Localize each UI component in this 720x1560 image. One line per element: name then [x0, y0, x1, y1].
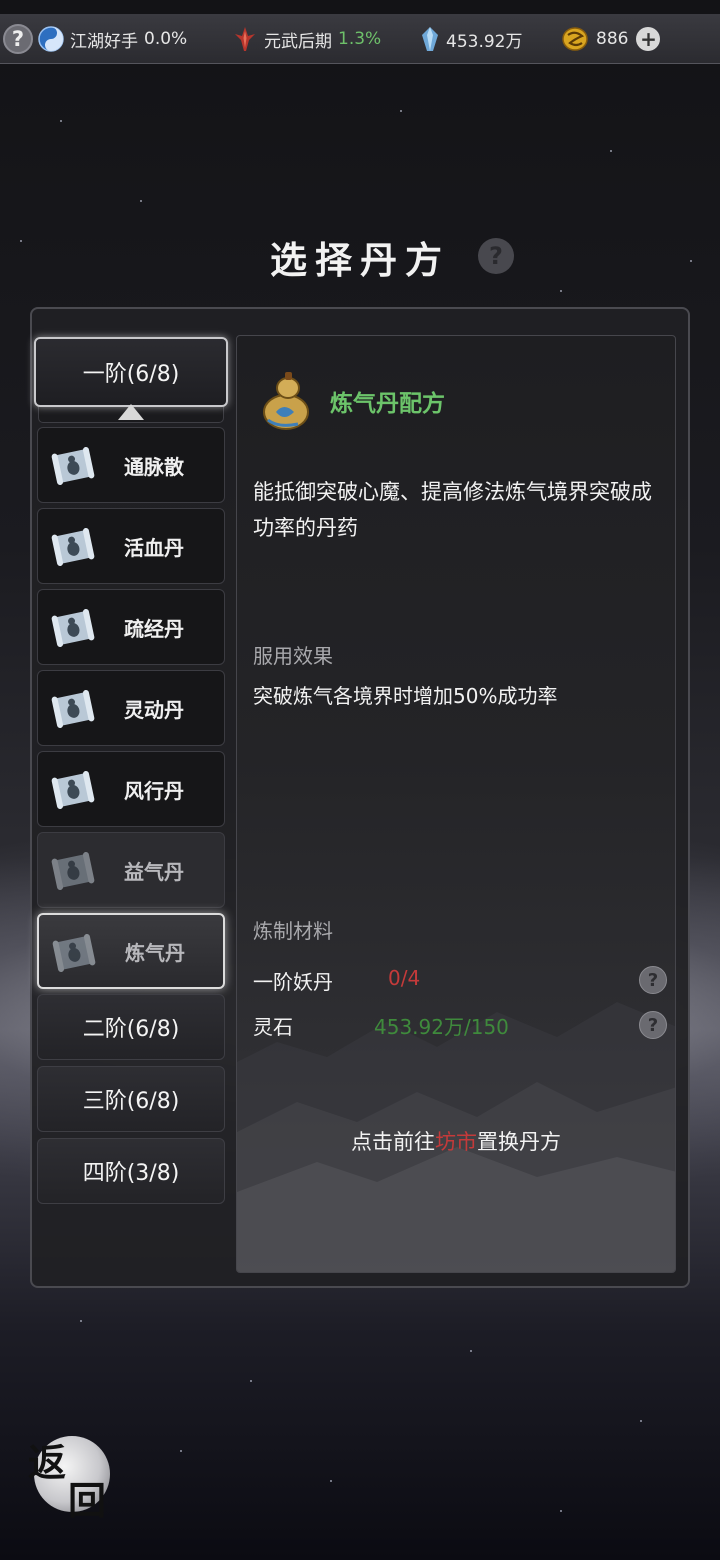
page-title: 选择丹方 — [270, 238, 450, 282]
recipe-item[interactable]: 通脉散 — [37, 427, 225, 503]
link-suffix: 置换丹方 — [477, 1130, 561, 1154]
recipe-item[interactable]: 疏经丹 — [37, 589, 225, 665]
tier-tab-selected[interactable]: 一阶(6/8) — [34, 337, 228, 407]
scroll-icon — [51, 933, 97, 973]
plus-icon[interactable]: + — [636, 27, 661, 51]
tier-tab[interactable]: 三阶(6/8) — [37, 1066, 225, 1132]
top-status-bar: ? 江湖好手 0.0% 元武后期 1.3% 453.92万 886 + — [0, 14, 720, 64]
back-char-1: 返 — [28, 1440, 67, 1485]
market-link-line: 点击前往坊市置换丹方 — [236, 1126, 676, 1156]
material-name: 灵石 — [253, 1015, 293, 1039]
gold-value: 886 — [596, 29, 629, 49]
recipe-item[interactable]: 风行丹 — [37, 751, 225, 827]
scroll-icon — [50, 770, 96, 810]
collapse-arrow-icon — [118, 404, 144, 420]
recipe-label: 风行丹 — [124, 778, 184, 803]
rank-status[interactable]: 江湖好手 0.0% — [38, 14, 187, 64]
yin-yang-icon — [38, 26, 64, 52]
link-prefix: 点击前往 — [351, 1130, 435, 1154]
gourd-icon — [254, 368, 318, 432]
gold-coin-icon — [560, 26, 590, 52]
rank-progress: 0.0% — [144, 29, 188, 49]
tier-tab[interactable]: 四阶(3/8) — [37, 1138, 225, 1204]
recipe-label: 活血丹 — [124, 535, 184, 560]
recipe-item-locked[interactable]: 益气丹 — [37, 832, 225, 908]
scroll-icon — [50, 608, 96, 648]
market-link[interactable]: 坊市 — [435, 1130, 477, 1154]
materials-label: 炼制材料 — [253, 919, 333, 943]
back-button[interactable]: 返 回 — [28, 1432, 112, 1523]
recipe-label: 灵动丹 — [124, 697, 184, 722]
flame-sword-icon — [232, 26, 258, 52]
question-icon[interactable]: ? — [639, 966, 667, 994]
recipe-label: 通脉散 — [124, 454, 184, 479]
effect-text: 突破炼气各境界时增加50%成功率 — [253, 684, 558, 708]
question-icon[interactable]: ? — [639, 1011, 667, 1039]
recipe-label: 疏经丹 — [124, 616, 184, 641]
back-char-2: 回 — [68, 1478, 107, 1523]
recipe-item-selected[interactable]: 炼气丹 — [37, 913, 225, 989]
spirit-stone-status[interactable]: 453.92万 — [420, 14, 522, 64]
question-icon[interactable]: ? — [478, 238, 514, 274]
scroll-icon — [50, 851, 96, 891]
tier-tab[interactable]: 二阶(6/8) — [37, 994, 225, 1060]
material-amount: 453.92万/150 — [374, 1015, 509, 1039]
recipe-item[interactable]: 灵动丹 — [37, 670, 225, 746]
rank-label: 江湖好手 — [70, 31, 138, 52]
recipe-label: 炼气丹 — [125, 940, 185, 965]
question-icon[interactable]: ? — [3, 24, 33, 54]
realm-status[interactable]: 元武后期 1.3% — [232, 14, 381, 64]
material-amount: 0/4 — [388, 966, 421, 990]
spirit-stone-value: 453.92万 — [446, 31, 523, 52]
crystal-icon — [420, 26, 440, 52]
effect-label: 服用效果 — [253, 644, 333, 668]
scroll-icon — [50, 446, 96, 486]
realm-label: 元武后期 — [264, 31, 332, 52]
recipe-label: 益气丹 — [124, 859, 184, 884]
gold-status[interactable]: 886 + — [560, 14, 661, 64]
scroll-icon — [50, 527, 96, 567]
material-name: 一阶妖丹 — [253, 970, 333, 994]
recipe-description: 能抵御突破心魔、提高修法炼气境界突破成功率的丹药 — [253, 480, 652, 540]
scroll-icon — [50, 689, 96, 729]
realm-progress: 1.3% — [338, 29, 382, 49]
recipe-item[interactable]: 活血丹 — [37, 508, 225, 584]
recipe-name: 炼气丹配方 — [330, 391, 445, 417]
